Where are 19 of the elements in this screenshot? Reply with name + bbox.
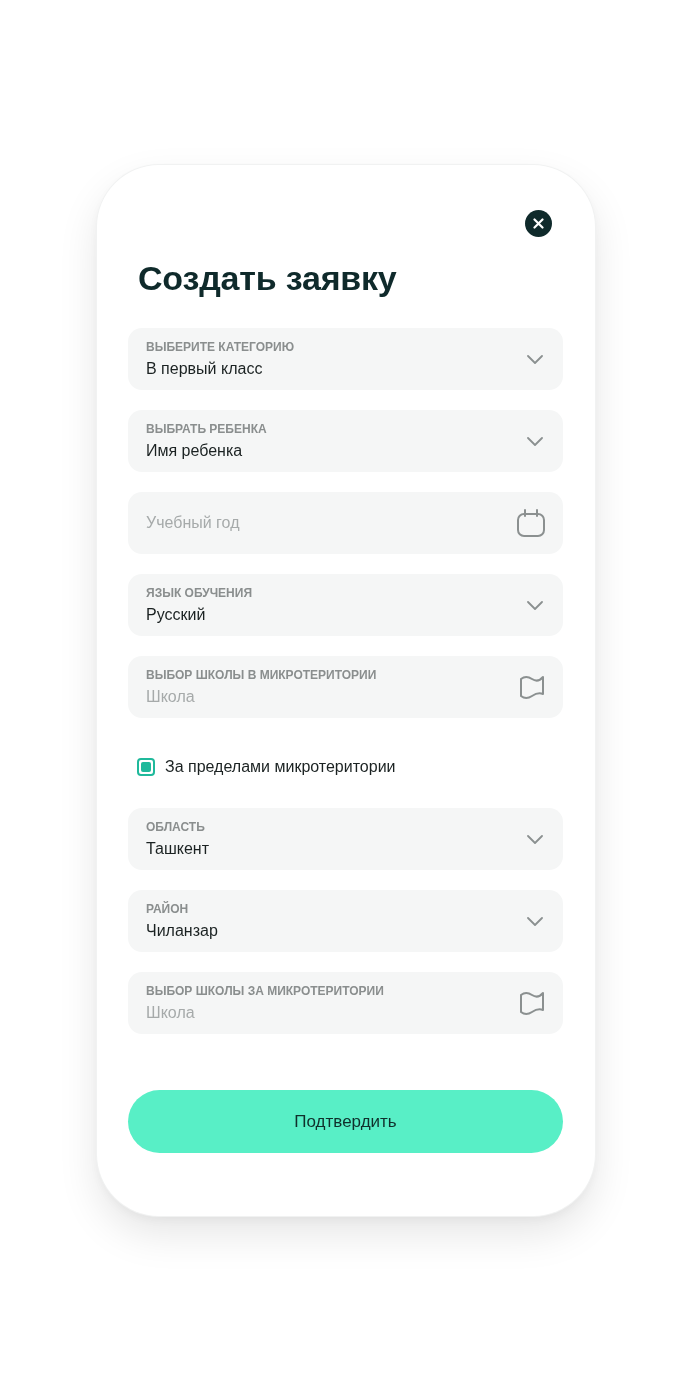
calendar-icon [517,509,545,537]
map-icon [519,990,545,1016]
chevron-down-icon [527,354,543,364]
dropdown-field[interactable]: ЯЗЫК ОБУЧЕНИЯ Русский [128,574,563,636]
chevron-down-icon [527,436,543,446]
checkbox-label: За пределами микротеритории [165,757,396,777]
map-icon [519,674,545,700]
close-icon [533,218,544,229]
chevron-down-icon [527,834,543,844]
page-title: Создать заявку [138,258,398,298]
submit-button[interactable]: Подтвердить [128,1090,563,1153]
close-button[interactable] [525,210,552,237]
dropdown-field[interactable]: РАЙОН Чиланзар [128,890,563,952]
chevron-down-icon [527,600,543,610]
dropdown-field[interactable]: ВЫБЕРИТЕ КАТЕГОРИЮ В первый класс [128,328,563,390]
checkbox[interactable] [137,758,155,776]
chevron-down-icon [527,916,543,926]
dropdown-field[interactable]: ВЫБРАТЬ РЕБЕНКА Имя ребенка [128,410,563,472]
dropdown-field[interactable]: ОБЛАСТЬ Ташкент [128,808,563,870]
